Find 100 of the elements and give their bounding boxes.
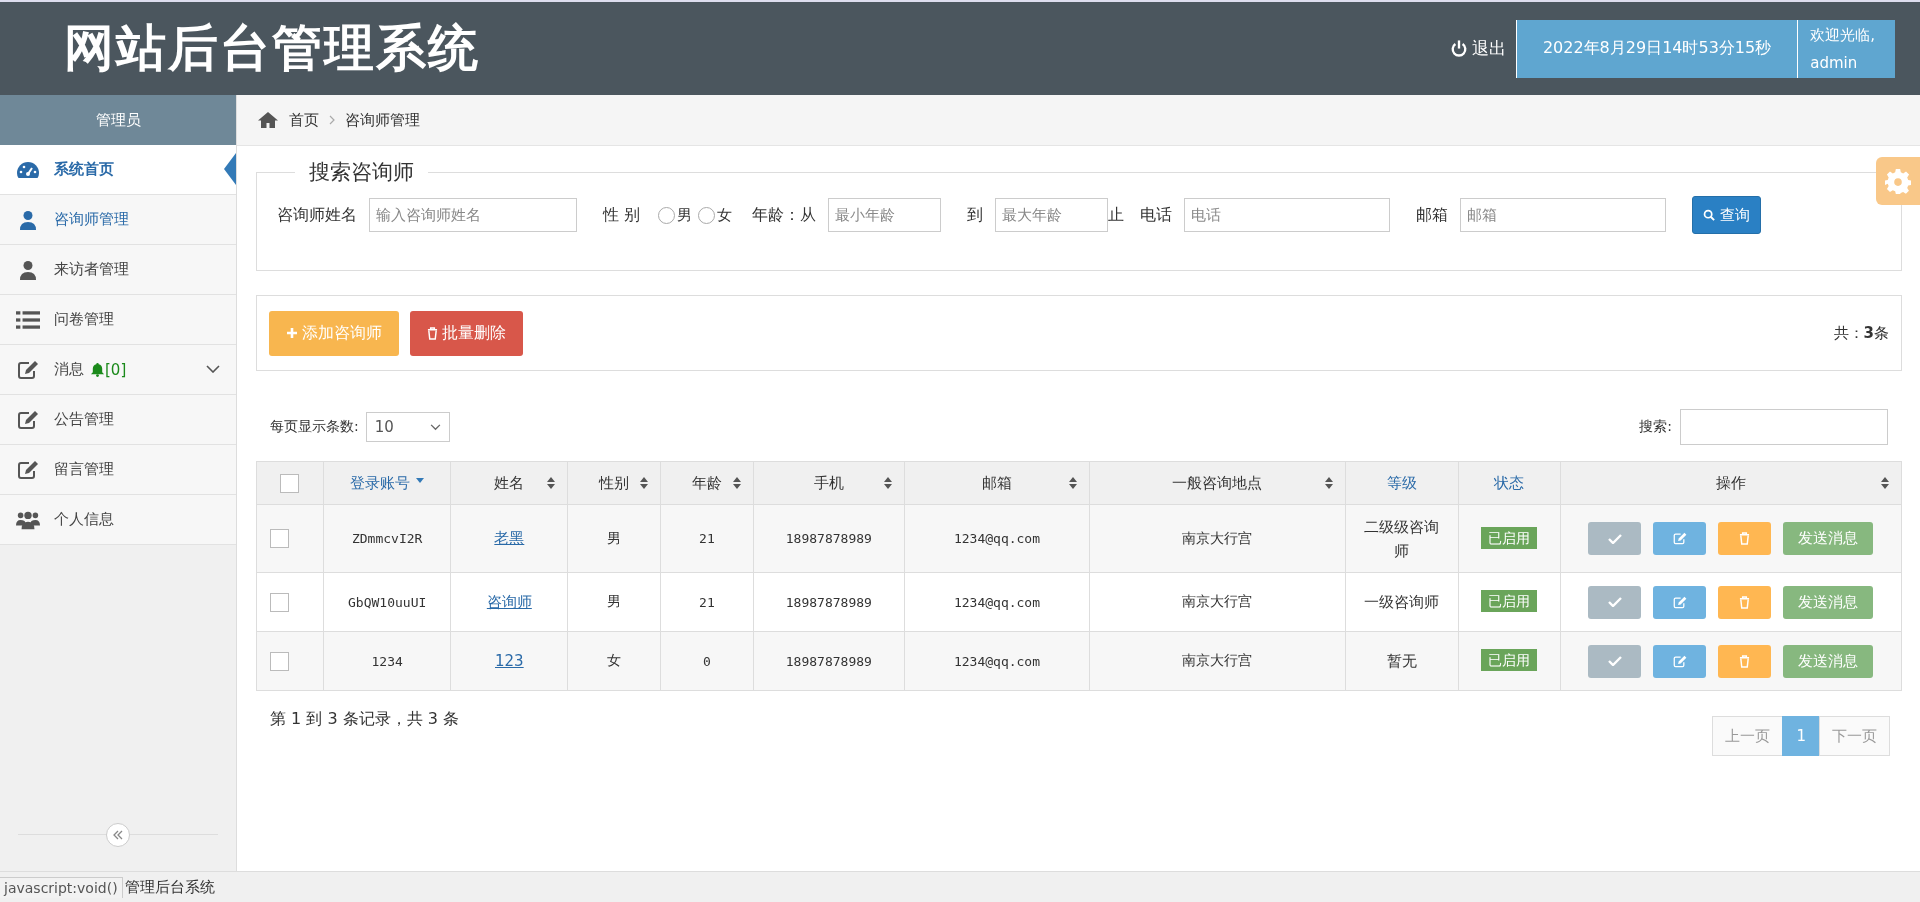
radio-button[interactable] [698,206,716,224]
sidebar-header: 管理员 [0,95,236,145]
field-label: 到 [967,204,984,226]
table-cell: 二级级咨询师 [1345,504,1459,573]
sidebar-item[interactable]: 留言管理 [0,445,236,495]
checkbox[interactable] [270,592,289,612]
status-badge: 已启用 [1481,590,1538,612]
sidebar-item[interactable]: 个人信息 [0,495,236,545]
column-header[interactable]: 一般咨询地点 [1089,461,1346,505]
edit-button[interactable] [1653,585,1707,619]
name-link[interactable]: 123 [495,652,524,670]
enable-button[interactable] [1588,585,1642,619]
checkbox[interactable] [270,651,289,671]
enable-button[interactable] [1588,644,1642,678]
radio-label: 女 [717,205,733,225]
page-size-select[interactable]: 10 [365,412,450,442]
trash-icon [427,326,438,340]
logout-link[interactable]: 退出 [1449,19,1506,78]
caret-icon [429,423,441,431]
sort-icon [1324,477,1333,489]
sidebar-item[interactable]: 消息 [0] [0,345,236,395]
sort-icon [547,477,556,489]
delete-button[interactable] [1718,644,1772,678]
field-label: 性 别 [603,204,641,226]
edit-icon [16,359,40,380]
radio-label: 男 [677,205,693,225]
sidebar-item[interactable]: 公告管理 [0,395,236,445]
collapse-button[interactable] [106,823,130,847]
edit-icon [1672,595,1687,609]
input-field[interactable]: 最小年龄 [828,198,942,232]
trash-icon [1739,595,1751,609]
table-cell: 暂无 [1345,631,1459,691]
input-field[interactable]: 最大年龄 [995,198,1109,232]
table-cell: 21 [660,504,754,573]
sort-icon [1068,477,1077,489]
table-cell: 1234@qq.com [904,504,1090,573]
search-panel-title: 搜索咨询师 [308,159,415,186]
sort-icon [732,477,741,489]
settings-tab[interactable] [1876,157,1920,205]
name-link[interactable]: 老黑 [494,529,525,547]
name-link[interactable]: 咨询师 [486,592,532,611]
edit-button[interactable] [1653,644,1707,678]
sort-icon [1881,477,1889,489]
breadcrumb-current: 咨询师管理 [345,110,420,130]
sidebar-item[interactable]: 来访者管理 [0,245,236,295]
sidebar-item[interactable]: 咨询师管理 [0,195,236,245]
check-icon [1607,533,1622,544]
chevron-down-icon[interactable] [206,365,220,373]
table-cell: 南京大行宫 [1089,572,1346,632]
field-label: 邮箱 [1416,204,1449,226]
column-header: 状态 [1458,461,1561,505]
home-icon [257,111,279,129]
batch-delete-button[interactable]: 批量删除 [410,310,523,356]
list-icon [16,309,40,330]
status-badge: 已启用 [1481,649,1538,671]
input-field[interactable]: 邮箱 [1460,198,1667,232]
column-header[interactable]: 操作 [1560,461,1902,505]
plus-icon [286,327,298,339]
pagination-info: 第 1 到 3 条记录，共 3 条 [270,709,460,730]
column-header[interactable]: 性别 [567,461,661,505]
table-cell: 1234@qq.com [904,631,1090,691]
table-cell: 1234@qq.com [904,572,1090,632]
table-cell: 南京大行宫 [1089,504,1346,573]
checkbox[interactable] [270,529,289,548]
table-cell: 一级咨询师 [1345,572,1459,632]
sidebar-item[interactable]: 问卷管理 [0,295,236,345]
page-size-label: 每页显示条数: [270,418,359,436]
table-search-field[interactable] [1680,409,1888,445]
power-icon [1449,39,1468,58]
input-field[interactable]: 电话 [1184,198,1391,232]
search-icon [1703,209,1716,221]
delete-button[interactable] [1718,585,1772,619]
breadcrumb-link[interactable]: 首页 [289,110,319,130]
check-icon [1607,597,1622,607]
check-icon [1607,656,1622,666]
table-cell: 18987878989 [753,504,905,573]
checkbox[interactable] [280,473,300,493]
field-label: 咨询师姓名 [277,204,357,226]
enable-button[interactable] [1588,522,1642,555]
column-header[interactable]: 年龄 [660,461,754,505]
table-cell: GbQW10uuUI [323,572,451,632]
edit-icon [1672,654,1687,668]
total-count: 共：3条 [1833,323,1889,343]
sidebar-item[interactable]: 系统首页 [0,145,236,195]
delete-button[interactable] [1718,522,1772,555]
column-header[interactable]: 登录账号 [323,461,451,505]
footer-text: 管理后台系统 [124,877,215,897]
dashboard-icon [16,159,40,180]
table-cell: 男 [567,572,661,632]
radio-button[interactable] [658,206,676,224]
input-field[interactable]: 输入咨询师姓名 [369,198,577,232]
column-header[interactable]: 手机 [753,461,905,505]
column-header[interactable]: 邮箱 [904,461,1090,505]
table-cell: 18987878989 [753,572,905,632]
field-label: 止 [1108,204,1125,226]
bell-icon [90,362,105,377]
column-header[interactable]: 姓名 [450,461,568,505]
edit-button[interactable] [1653,522,1707,555]
column-header: 等级 [1345,461,1459,505]
search-button[interactable]: 查询 [1692,196,1762,234]
